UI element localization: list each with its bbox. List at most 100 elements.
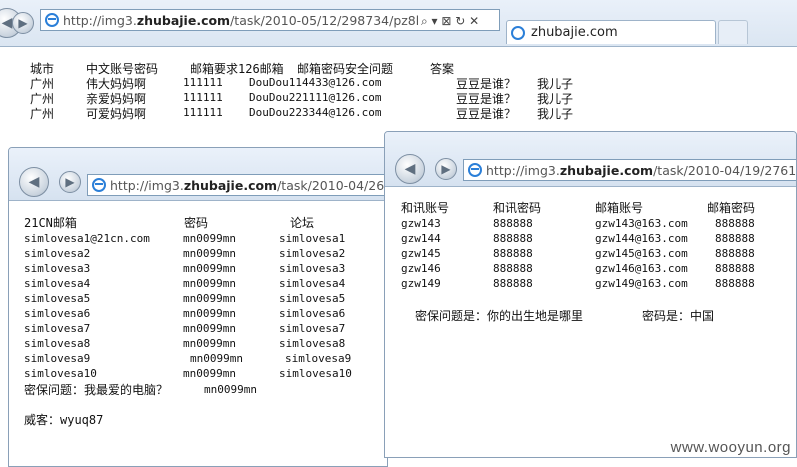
- left-row8-forum: simlovesa8: [279, 337, 346, 350]
- main-row3-question: 豆豆是谁？: [456, 107, 517, 121]
- main-row2-password: 111111: [183, 91, 223, 104]
- right-header-hexun-account: 和讯账号: [401, 201, 450, 215]
- right-row5-email: gzw149@163.com: [595, 277, 688, 290]
- left-row6-forum: simlovesa6: [279, 307, 346, 320]
- right-address-suffix: /task/2010-04/19/276112/v1: [653, 162, 797, 178]
- main-row1-email: DouDou114433@126.com: [249, 76, 382, 89]
- left-address-suffix: /task/2010-04/26/2829: [277, 177, 387, 193]
- main-row3-city: 广州: [30, 107, 55, 121]
- right-row4-email: gzw146@163.com: [595, 262, 688, 275]
- main-row2-email: DouDou221111@126.com: [249, 91, 382, 104]
- left-row6-password: mn0099mn: [183, 307, 236, 320]
- right-row3-email: gzw145@163.com: [595, 247, 688, 260]
- right-row4-password: 888888: [493, 262, 533, 275]
- right-header-email-password: 邮箱密码: [707, 201, 756, 215]
- right-row4-email-password: 888888: [715, 262, 755, 275]
- main-row1-password: 111111: [183, 76, 223, 89]
- left-row10-password: mn0099mn: [183, 367, 236, 380]
- left-row4-password: mn0099mn: [183, 277, 236, 290]
- left-back-button[interactable]: ◀: [19, 167, 49, 197]
- left-guest-id: 威客：wyuq87: [24, 413, 104, 427]
- left-row2-email: simlovesa2: [24, 247, 91, 260]
- right-row1-email-password: 888888: [715, 217, 755, 230]
- left-security-question: 密保问题：我最爱的电脑？: [24, 383, 169, 397]
- right-security-question: 密保问题是：你的出生地是哪里: [415, 309, 584, 323]
- left-row4-forum: simlovesa4: [279, 277, 346, 290]
- left-row9-password: mn0099mn: [190, 352, 243, 365]
- right-row5-account: gzw149: [401, 277, 441, 290]
- new-tab-button[interactable]: [718, 20, 748, 44]
- right-forward-button[interactable]: ▶: [435, 158, 457, 180]
- address-tools[interactable]: ⌕ ▾ ⊠ ↻ ✕: [418, 12, 483, 30]
- right-header-email-account: 邮箱账号: [595, 201, 644, 215]
- right-row1-password: 888888: [493, 217, 533, 230]
- left-row3-forum: simlovesa3: [279, 262, 346, 275]
- main-row3-account: 可爱妈妈啊: [86, 107, 147, 121]
- left-row5-password: mn0099mn: [183, 292, 236, 305]
- right-browser-window: ◀ ▶ http://img3. zhubajie.com/task/2010-0…: [384, 131, 797, 458]
- main-header-mail-security: 邮箱密码安全问题: [297, 62, 394, 76]
- left-header-password: 密码: [184, 216, 209, 230]
- left-row9-email: simlovesa9: [24, 352, 91, 365]
- ie-icon-right: [468, 163, 482, 177]
- left-row3-email: simlovesa3: [24, 262, 91, 275]
- left-row1-email: simlovesa1@21cn.com: [24, 232, 150, 245]
- left-row7-email: simlovesa7: [24, 322, 91, 335]
- right-row2-email: gzw144@163.com: [595, 232, 688, 245]
- right-address-prefix: http://img3.: [486, 162, 560, 178]
- right-row5-email-password: 888888: [715, 277, 755, 290]
- left-address-domain: zhubajie.com: [183, 177, 278, 193]
- left-forward-button[interactable]: ▶: [59, 171, 81, 193]
- left-row10-forum: simlovesa10: [279, 367, 352, 380]
- watermark: www.wooyun.org: [670, 439, 791, 456]
- left-header-forum: 论坛: [290, 216, 315, 230]
- tab-title: zhubajie.com: [531, 25, 618, 40]
- main-header-answer: 答案: [430, 62, 455, 76]
- right-address-bar[interactable]: http://img3. zhubajie.com/task/2010-04/19…: [463, 159, 797, 181]
- right-row3-password: 888888: [493, 247, 533, 260]
- left-row10-email: simlovesa10: [24, 367, 97, 380]
- right-row1-account: gzw143: [401, 217, 441, 230]
- main-row3-email: DouDou223344@126.com: [249, 106, 382, 119]
- right-row2-password: 888888: [493, 232, 533, 245]
- left-row7-forum: simlovesa7: [279, 322, 346, 335]
- left-address-bar[interactable]: http://img3. zhubajie.com/task/2010-04/26…: [87, 174, 387, 196]
- main-row3-password: 111111: [183, 106, 223, 119]
- right-row1-email: gzw143@163.com: [595, 217, 688, 230]
- ie-tab-icon: [511, 25, 525, 40]
- left-row4-email: simlovesa4: [24, 277, 91, 290]
- right-row5-password: 888888: [493, 277, 533, 290]
- right-row2-email-password: 888888: [715, 232, 755, 245]
- left-row2-password: mn0099mn: [183, 247, 236, 260]
- main-toolbar: ◀ ▶ http://img3. zhubajie.com/task/2010-0…: [0, 0, 797, 47]
- left-row1-password: mn0099mn: [183, 232, 236, 245]
- left-row9-forum: simlovesa9: [285, 352, 352, 365]
- left-row7-password: mn0099mn: [183, 322, 236, 335]
- left-header-email: 21CN邮箱: [24, 216, 77, 230]
- right-back-button[interactable]: ◀: [395, 154, 425, 184]
- left-address-prefix: http://img3.: [110, 177, 184, 193]
- address-tools-icons[interactable]: ⌕ ▾ ⊠ ↻ ✕: [421, 14, 479, 29]
- ie-icon: [45, 13, 59, 27]
- left-row2-forum: simlovesa2: [279, 247, 346, 260]
- main-address-prefix: http://img3.: [63, 12, 137, 28]
- main-header-mail-requirement: 邮箱要求126邮箱: [190, 62, 284, 76]
- left-row1-forum: simlovesa1: [279, 232, 346, 245]
- left-row5-forum: simlovesa5: [279, 292, 346, 305]
- main-address-domain: zhubajie.com: [136, 12, 231, 28]
- forward-button[interactable]: ▶: [12, 12, 34, 34]
- right-toolbar: ◀ ▶ http://img3. zhubajie.com/task/2010-0…: [385, 132, 796, 187]
- right-row2-account: gzw144: [401, 232, 441, 245]
- left-row5-email: simlovesa5: [24, 292, 91, 305]
- right-row3-email-password: 888888: [715, 247, 755, 260]
- left-row3-password: mn0099mn: [183, 262, 236, 275]
- right-security-password: 密码是：中国: [642, 309, 715, 323]
- right-header-hexun-password: 和讯密码: [493, 201, 542, 215]
- right-row4-account: gzw146: [401, 262, 441, 275]
- tab-zhubajie[interactable]: zhubajie.com: [506, 20, 716, 44]
- left-browser-window: ◀ ▶ http://img3. zhubajie.com/task/2010-0…: [8, 147, 388, 467]
- ie-icon-left: [92, 178, 106, 192]
- right-row3-account: gzw145: [401, 247, 441, 260]
- left-row8-email: simlovesa8: [24, 337, 91, 350]
- main-row3-answer: 我儿子: [537, 107, 574, 121]
